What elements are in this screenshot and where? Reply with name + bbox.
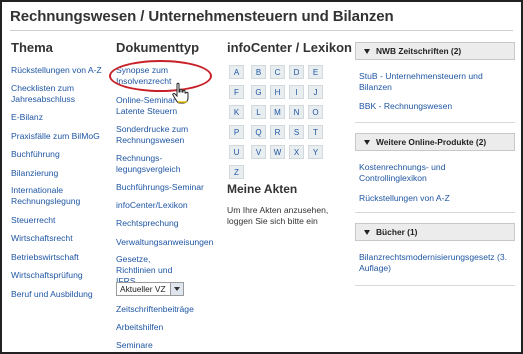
thema-link-wirtschaftspruefung[interactable]: Wirtschaftsprüfung [11, 270, 83, 281]
sidebar-link-rueckstellungen[interactable]: Rückstellungen von A-Z [359, 193, 450, 204]
az-letter-b[interactable]: B [251, 65, 266, 79]
az-letter-j[interactable]: J [308, 85, 323, 99]
az-letter-l[interactable]: L [251, 105, 266, 119]
thema-link-buchfuehrung[interactable]: Buchführung [11, 149, 60, 160]
title-divider [10, 30, 513, 31]
box-online-produkte-title: Weitere Online-Produkte (2) [376, 137, 487, 147]
az-letter-a[interactable]: A [229, 65, 244, 79]
doktyp-link-online-seminar[interactable]: Online-Seminar Latente Steuern [116, 95, 178, 117]
az-letter-i[interactable]: I [289, 85, 304, 99]
highlight-ellipse [109, 60, 212, 92]
az-letter-e[interactable]: E [308, 65, 323, 79]
az-letter-u[interactable]: U [229, 145, 244, 159]
thema-heading: Thema [11, 40, 53, 55]
az-letter-w[interactable]: W [270, 145, 285, 159]
box-online-produkte-header[interactable]: Weitere Online-Produkte (2) [355, 133, 515, 151]
vz-select[interactable]: Aktueller VZ [116, 282, 184, 296]
chevron-down-icon[interactable] [170, 283, 183, 295]
doktyp-link-rechnungslegungsvergleich[interactable]: Rechnungs-legungsvergleich [116, 153, 184, 175]
az-letter-o[interactable]: O [308, 105, 323, 119]
vz-select-value: Aktueller VZ [120, 284, 166, 294]
page-title: Rechnungswesen / Unternehmensteuern und … [10, 8, 394, 25]
az-letter-v[interactable]: V [251, 145, 266, 159]
doktyp-link-verwaltungsanweisungen[interactable]: Verwaltungsanweisungen [116, 237, 213, 248]
thema-link-rueckstellungen[interactable]: Rückstellungen von A-Z [11, 65, 102, 76]
box-buecher-title: Bücher (1) [376, 227, 418, 237]
az-letter-m[interactable]: M [270, 105, 285, 119]
meine-akten-text: Um Ihre Akten anzusehen, loggen Sie sich… [227, 205, 329, 226]
doktyp-link-arbeitshilfen[interactable]: Arbeitshilfen [116, 322, 163, 333]
doktyp-link-seminare[interactable]: Seminare [116, 340, 153, 351]
box-nwb-zeitschriften-header[interactable]: NWB Zeitschriften (2) [355, 42, 515, 60]
doktyp-link-sonderdrucke[interactable]: Sonderdrucke zum Rechnungswesen [116, 124, 196, 146]
thema-link-wirtschaftsrecht[interactable]: Wirtschaftsrecht [11, 233, 73, 244]
thema-link-e-bilanz[interactable]: E-Bilanz [11, 112, 43, 123]
az-letter-r[interactable]: R [270, 125, 285, 139]
az-letter-g[interactable]: G [251, 85, 266, 99]
sidebar-link-stub[interactable]: StuB - Unternehmensteuern und Bilanzen [359, 71, 509, 93]
triangle-down-icon [364, 49, 370, 54]
az-letter-k[interactable]: K [229, 105, 244, 119]
infocenter-heading: infoCenter / Lexikon [227, 40, 352, 55]
doktyp-link-buchfuehrungs-seminar[interactable]: Buchführungs-Seminar [116, 182, 204, 193]
box-divider [355, 285, 515, 286]
box-divider [355, 122, 515, 123]
az-letter-n[interactable]: N [289, 105, 304, 119]
az-letter-t[interactable]: T [308, 125, 323, 139]
az-letter-h[interactable]: H [270, 85, 285, 99]
triangle-down-icon [364, 140, 370, 145]
doktyp-link-rechtsprechung[interactable]: Rechtsprechung [116, 218, 179, 229]
thema-link-steuerrecht[interactable]: Steuerrecht [11, 215, 55, 226]
thema-link-praxisfaelle[interactable]: Praxisfälle zum BilMoG [11, 131, 100, 142]
az-letter-d[interactable]: D [289, 65, 304, 79]
triangle-down-icon [364, 230, 370, 235]
hand-cursor-icon [172, 82, 189, 104]
sidebar-link-bilmog-buch[interactable]: Bilanzrechtsmodernisierungsgesetz (3. Au… [359, 252, 515, 274]
dokumenttyp-heading: Dokumenttyp [116, 40, 200, 55]
box-nwb-zeitschriften-title: NWB Zeitschriften (2) [376, 46, 462, 56]
thema-link-bilanzierung[interactable]: Bilanzierung [11, 168, 58, 179]
az-letter-y[interactable]: Y [308, 145, 323, 159]
az-letter-s[interactable]: S [289, 125, 304, 139]
az-letter-c[interactable]: C [270, 65, 285, 79]
az-letter-x[interactable]: X [289, 145, 304, 159]
doktyp-link-zeitschriftenbeitraege[interactable]: Zeitschriftenbeiträge [116, 304, 194, 315]
box-divider [355, 212, 515, 213]
sidebar-link-kostenrechnung[interactable]: Kostenrechnungs- und Controllinglexikon [359, 162, 459, 184]
thema-link-betriebswirtschaft[interactable]: Betriebswirtschaft [11, 252, 79, 263]
box-buecher-header[interactable]: Bücher (1) [355, 223, 515, 241]
sidebar-link-bbk[interactable]: BBK - Rechnungswesen [359, 101, 452, 112]
page-frame: Rechnungswesen / Unternehmensteuern und … [0, 0, 523, 354]
thema-link-beruf[interactable]: Beruf und Ausbildung [11, 289, 93, 300]
az-letter-q[interactable]: Q [251, 125, 266, 139]
meine-akten-heading: Meine Akten [227, 182, 298, 196]
az-letter-p[interactable]: P [229, 125, 244, 139]
thema-link-internationale[interactable]: Internationale Rechnungslegung [11, 185, 99, 207]
az-letter-z[interactable]: Z [229, 165, 244, 179]
doktyp-link-infocenter[interactable]: infoCenter/Lexikon [116, 200, 188, 211]
az-letter-f[interactable]: F [229, 85, 244, 99]
thema-link-checklisten[interactable]: Checklisten zum Jahresabschluss [11, 83, 103, 105]
